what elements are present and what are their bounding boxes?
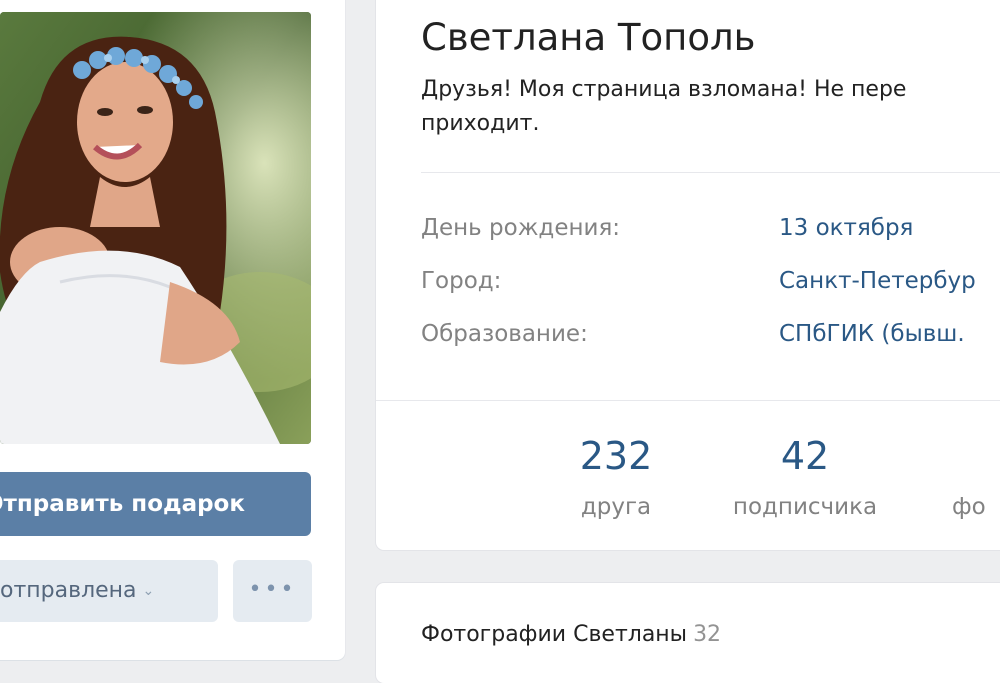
friend-request-status-button[interactable]: отправлена ⌄ xyxy=(0,560,218,622)
counter-friends[interactable]: 232 друга xyxy=(566,434,666,520)
counter-number: 232 xyxy=(579,434,653,478)
more-actions-button[interactable]: ••• xyxy=(233,560,312,622)
counter-number: 42 xyxy=(780,434,830,478)
info-label: Город: xyxy=(421,268,502,294)
profile-photo[interactable] xyxy=(0,12,311,444)
info-label: Образование: xyxy=(421,321,588,347)
counter-caption: фо xyxy=(952,494,986,520)
info-value-link[interactable]: 13 октября xyxy=(779,215,913,241)
profile-status: Друзья! Моя страница взломана! Не пере п… xyxy=(421,73,1000,141)
profile-photo-image xyxy=(0,12,311,444)
friend-request-status-label: отправлена xyxy=(0,578,137,603)
counter-caption: подписчика xyxy=(732,494,878,520)
counter-number xyxy=(952,434,1000,478)
photos-title-label: Фотографии Светланы xyxy=(421,622,688,647)
photos-section-title[interactable]: Фотографии Светланы 32 xyxy=(421,622,721,647)
info-value-link[interactable]: Санкт-Петербур xyxy=(779,268,976,294)
counter-followers[interactable]: 42 подписчика xyxy=(713,434,897,520)
send-gift-button[interactable]: Отправить подарок xyxy=(0,472,311,536)
profile-status-line: приходит. xyxy=(421,111,540,136)
divider xyxy=(376,400,1000,401)
counter-photos[interactable]: фо xyxy=(952,434,1000,520)
info-value-link[interactable]: СПбГИК (бывш. xyxy=(779,321,965,347)
info-label: День рождения: xyxy=(421,215,621,241)
photos-count: 32 xyxy=(693,622,722,647)
divider xyxy=(421,172,1000,173)
chevron-down-icon: ⌄ xyxy=(142,583,155,599)
counter-caption: друга xyxy=(580,494,652,520)
page-title: Светлана Тополь xyxy=(421,16,756,59)
profile-status-line: Друзья! Моя страница взломана! Не пере xyxy=(421,77,907,102)
